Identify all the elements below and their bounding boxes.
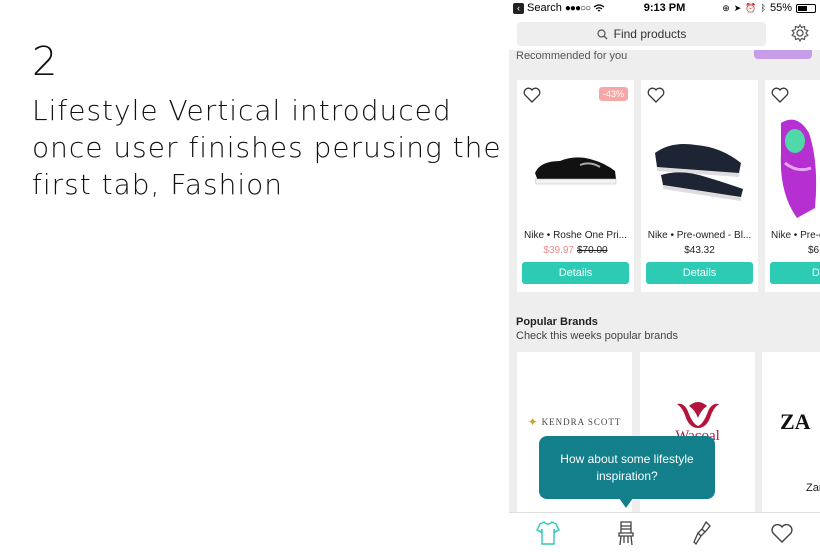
- status-bar: ‹ Search ●●●○○ 9:13 PM ⊕ ➤ ⏰ ᛒ 55%: [509, 0, 820, 16]
- brand-card[interactable]: ZA Zar: [762, 352, 820, 512]
- bottom-tab-bar: [509, 512, 820, 552]
- sneaker-image: [655, 144, 743, 201]
- sale-price: $39.97: [543, 245, 574, 256]
- search-input[interactable]: Find products: [517, 22, 766, 46]
- tab-beauty[interactable]: [690, 519, 718, 547]
- battery-icon: [796, 3, 816, 13]
- search-icon: [597, 28, 608, 39]
- shirt-icon: [536, 521, 560, 545]
- tab-favorites[interactable]: [768, 519, 796, 547]
- product-price: $6...: [808, 245, 820, 256]
- step-description: Lifestyle Vertical introduced once user …: [32, 94, 502, 201]
- brand-logo-text: KENDRA SCOTT: [541, 417, 622, 427]
- sneaker-image: [780, 119, 817, 218]
- bluetooth-icon: ᛒ: [760, 3, 766, 13]
- heart-icon[interactable]: [770, 85, 790, 105]
- battery-percent: 55%: [769, 2, 792, 14]
- product-name: Nike • Pre-owned - Bl...: [647, 230, 752, 241]
- battery-fill: [798, 5, 807, 11]
- details-button[interactable]: Details: [522, 262, 629, 284]
- search-placeholder: Find products: [613, 27, 687, 41]
- search-bar: Find products: [509, 16, 820, 50]
- recommended-tag: [754, 50, 812, 59]
- tab-fashion[interactable]: [534, 519, 562, 547]
- kendra-scott-diamond-icon: ✦: [527, 415, 538, 429]
- product-price: $39.97 $70.00: [517, 245, 634, 256]
- product-price: $43.32: [684, 245, 715, 256]
- details-button[interactable]: De...: [770, 262, 820, 284]
- popular-brands-title: Popular Brands: [516, 316, 598, 328]
- status-right: ⊕ ➤ ⏰ ᛒ 55%: [722, 2, 816, 14]
- product-image[interactable]: [767, 108, 820, 228]
- product-image[interactable]: [649, 108, 749, 228]
- alarm-icon: ⏰: [745, 2, 757, 13]
- popular-brands-subtitle: Check this weeks popular brands: [516, 330, 679, 342]
- lipstick-icon: [693, 520, 711, 546]
- product-name: Nike • Pre-ow...: [771, 230, 820, 241]
- lifestyle-tooltip[interactable]: How about some lifestyle inspiration?: [539, 436, 715, 499]
- wacoal-logo-mark: [676, 401, 719, 428]
- lock-rotation-icon: ⊕: [722, 2, 730, 13]
- product-name: Nike • Roshe One Pri...: [524, 230, 627, 241]
- heart-icon[interactable]: [646, 85, 666, 105]
- brand-logo: ZA: [762, 392, 820, 452]
- product-card[interactable]: Nike • Pre-owned - Bl... $43.32 Details: [641, 80, 758, 292]
- settings-gear-icon[interactable]: [790, 23, 810, 43]
- details-button[interactable]: Details: [646, 262, 753, 284]
- sneaker-image: [534, 157, 617, 185]
- product-image[interactable]: [525, 108, 625, 228]
- product-card[interactable]: -43% Nike • Roshe One Pri... $39.97 $70.0…: [517, 80, 634, 292]
- tab-lifestyle[interactable]: [612, 519, 640, 547]
- original-price: $70.00: [577, 245, 608, 256]
- heart-icon: [771, 523, 793, 543]
- caption: 2 Lifestyle Vertical introduced once use…: [32, 38, 502, 203]
- product-card[interactable]: Nike • Pre-ow... $6... De...: [765, 80, 820, 292]
- heart-icon[interactable]: [522, 85, 542, 105]
- tooltip-arrow: [619, 498, 633, 508]
- brand-logo-text: ZA: [780, 409, 811, 434]
- discount-badge: -43%: [598, 87, 628, 101]
- step-number: 2: [32, 39, 58, 85]
- brand-name: Zar: [806, 482, 820, 494]
- location-icon: ➤: [733, 2, 742, 13]
- chair-icon: [618, 521, 634, 546]
- recommended-label: Recommended for you: [516, 50, 628, 62]
